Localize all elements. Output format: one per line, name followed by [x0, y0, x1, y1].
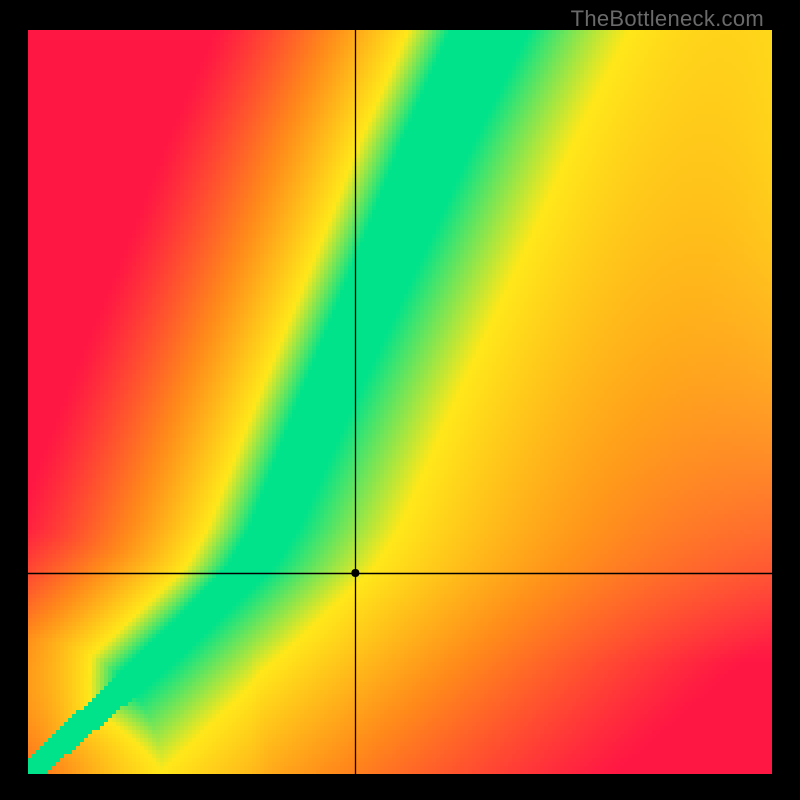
chart-frame: TheBottleneck.com	[0, 0, 800, 800]
crosshair-overlay	[28, 30, 772, 774]
watermark-text: TheBottleneck.com	[571, 6, 764, 32]
